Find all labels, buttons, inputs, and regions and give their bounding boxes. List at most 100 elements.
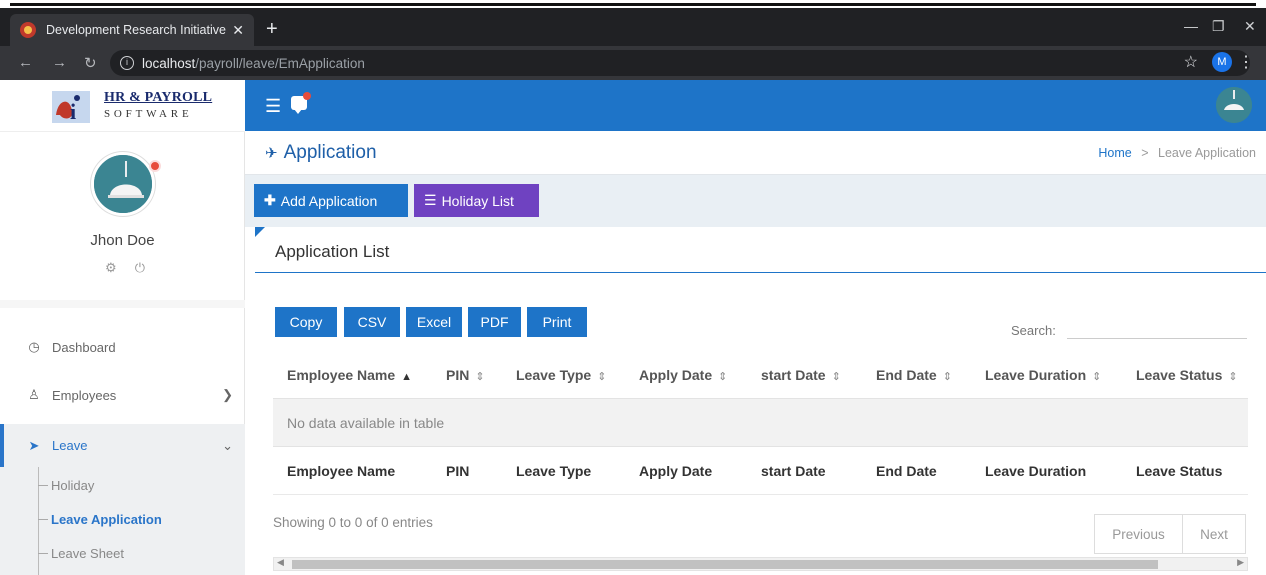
submenu-item-holiday[interactable]: Holiday	[38, 478, 94, 493]
sidebar-item-employees[interactable]: ♙ Employees ❯	[0, 375, 245, 415]
submenu-item-leave-sheet[interactable]: Leave Sheet	[38, 546, 124, 561]
sort-icon: ⇕	[1092, 370, 1102, 383]
online-status-dot	[149, 160, 161, 172]
sort-icon: ⇕	[1228, 370, 1238, 383]
footer-cell: start Date	[761, 462, 826, 479]
lamp-image-icon	[1216, 87, 1252, 123]
column-header-apply-date[interactable]: Apply Date ⇕	[639, 367, 727, 383]
sidebar-divider	[0, 300, 245, 308]
sidebar-item-label: Employees	[52, 387, 117, 403]
users-icon: ♙	[28, 387, 40, 402]
sort-icon: ⇕	[475, 370, 485, 383]
sort-icon: ⇕	[942, 370, 952, 383]
menu-toggle-icon[interactable]: ☰	[265, 96, 281, 117]
holiday-list-label: Holiday List	[441, 192, 514, 209]
print-button[interactable]: Print	[527, 307, 587, 337]
previous-page-button[interactable]: Previous	[1094, 514, 1183, 554]
next-page-button[interactable]: Next	[1182, 514, 1246, 554]
card-title-rule	[255, 272, 1266, 273]
sort-icon: ⇕	[718, 370, 728, 383]
settings-gear-icon[interactable]: ⚙	[105, 260, 117, 276]
footer-cell: Apply Date	[639, 462, 713, 479]
breadcrumb-home-link[interactable]: Home	[1098, 146, 1131, 160]
footer-cell: Leave Status	[1136, 462, 1223, 479]
pdf-button[interactable]: PDF	[468, 307, 521, 337]
new-tab-button[interactable]: +	[266, 18, 278, 41]
page-header: ✈ Application Home > Leave Application	[245, 131, 1266, 175]
bookmark-star-icon[interactable]: ☆	[1184, 52, 1198, 72]
minimize-icon[interactable]: —	[1184, 18, 1198, 34]
excel-button[interactable]: Excel	[406, 307, 462, 337]
reload-icon[interactable]: ↻	[84, 54, 97, 72]
site-info-icon[interactable]: i	[120, 56, 134, 70]
add-application-button[interactable]: ✚ Add Application	[254, 184, 408, 217]
column-header-leave-status[interactable]: Leave Status ⇕	[1136, 367, 1238, 383]
copy-button[interactable]: Copy	[275, 307, 337, 337]
footer-cell: End Date	[876, 462, 937, 479]
card-corner-accent	[255, 227, 265, 237]
brand-header[interactable]: i HR & PAYROLL SOFTWARE	[0, 80, 245, 132]
add-application-label: Add Application	[280, 192, 378, 209]
sidebar-item-leave[interactable]: ➤ Leave ⌄	[0, 424, 245, 467]
window-close-icon[interactable]: ✕	[1244, 18, 1256, 35]
chevron-down-icon: ⌄	[222, 437, 233, 453]
column-header-employee-name[interactable]: Employee Name ▲	[287, 367, 412, 383]
column-header-leave-duration[interactable]: Leave Duration ⇕	[985, 367, 1101, 383]
footer-cell: PIN	[446, 462, 470, 479]
user-avatar[interactable]	[91, 152, 155, 216]
chevron-right-icon: ❯	[222, 387, 233, 402]
browser-profile-avatar[interactable]: M	[1212, 52, 1232, 72]
url-path: /payroll/leave/EmApplication	[195, 55, 365, 71]
table-footer-row: Employee Name PIN Leave Type Apply Date …	[273, 447, 1248, 495]
card-title: Application List	[275, 242, 390, 261]
page-title-text: Application	[283, 142, 377, 163]
column-header-leave-type[interactable]: Leave Type ⇕	[516, 367, 606, 383]
breadcrumb-current: Leave Application	[1158, 146, 1256, 160]
empty-table-message: No data available in table	[273, 398, 1248, 447]
sort-icon: ⇕	[597, 370, 607, 383]
table-header-row: Employee Name ▲ PIN ⇕ Leave Type ⇕ Apply Da…	[273, 351, 1248, 398]
leave-submenu: Holiday Leave Application Leave Sheet	[0, 467, 245, 575]
application-list-card: Application List Copy CSV Excel PDF Prin…	[255, 227, 1266, 575]
plane-icon: ✈	[265, 145, 278, 162]
scrollbar-thumb[interactable]	[292, 560, 1158, 569]
action-bar: ✚ Add Application ☰ Holiday List	[245, 175, 1266, 227]
scroll-left-icon[interactable]: ◀	[277, 557, 284, 568]
restore-icon[interactable]: ❐	[1212, 18, 1225, 35]
tab-title: Development Research Initiative	[46, 23, 226, 37]
sidebar-item-dashboard[interactable]: ◷ Dashboard	[0, 327, 245, 367]
list-icon: ☰	[424, 192, 437, 208]
back-icon[interactable]: ←	[18, 54, 33, 71]
footer-cell: Leave Type	[516, 462, 592, 479]
column-header-end-date[interactable]: End Date ⇕	[876, 367, 952, 383]
lamp-image-icon	[94, 155, 152, 213]
url-field[interactable]: i localhost/payroll/leave/EmApplication	[110, 50, 1250, 76]
submenu-item-leave-application[interactable]: Leave Application	[38, 512, 162, 527]
rocket-icon: ➤	[28, 437, 40, 453]
forward-icon[interactable]: →	[52, 54, 67, 71]
holiday-list-button[interactable]: ☰ Holiday List	[414, 184, 539, 217]
browser-tab[interactable]: Development Research Initiative ✕	[10, 14, 254, 46]
plus-icon: ✚	[264, 192, 276, 208]
search-input[interactable]	[1067, 319, 1247, 339]
url-host: localhost	[142, 55, 196, 71]
browser-menu-icon[interactable]: ⋮	[1238, 52, 1254, 72]
browser-tabstrip: Development Research Initiative ✕ + — ❐ …	[0, 8, 1266, 46]
tab-close-icon[interactable]: ✕	[232, 22, 244, 39]
window-top-edge	[0, 0, 1266, 8]
column-header-pin[interactable]: PIN ⇕	[446, 367, 485, 383]
breadcrumb: Home > Leave Application	[1098, 146, 1256, 160]
svg-text:i: i	[70, 99, 76, 124]
footer-cell: Leave Duration	[985, 462, 1087, 479]
top-navbar: ☰	[245, 80, 1266, 131]
horizontal-scrollbar[interactable]: ◀ ▶	[273, 557, 1248, 571]
column-header-start-date[interactable]: start Date ⇕	[761, 367, 841, 383]
scroll-right-icon[interactable]: ▶	[1237, 557, 1244, 568]
dashboard-icon: ◷	[28, 339, 40, 354]
power-icon[interactable]: ⏻	[135, 260, 145, 276]
csv-button[interactable]: CSV	[344, 307, 400, 337]
navbar-user-avatar[interactable]	[1216, 87, 1252, 123]
favicon-icon	[20, 22, 36, 38]
breadcrumb-separator: >	[1141, 146, 1149, 160]
table-info: Showing 0 to 0 of 0 entries	[273, 515, 433, 530]
